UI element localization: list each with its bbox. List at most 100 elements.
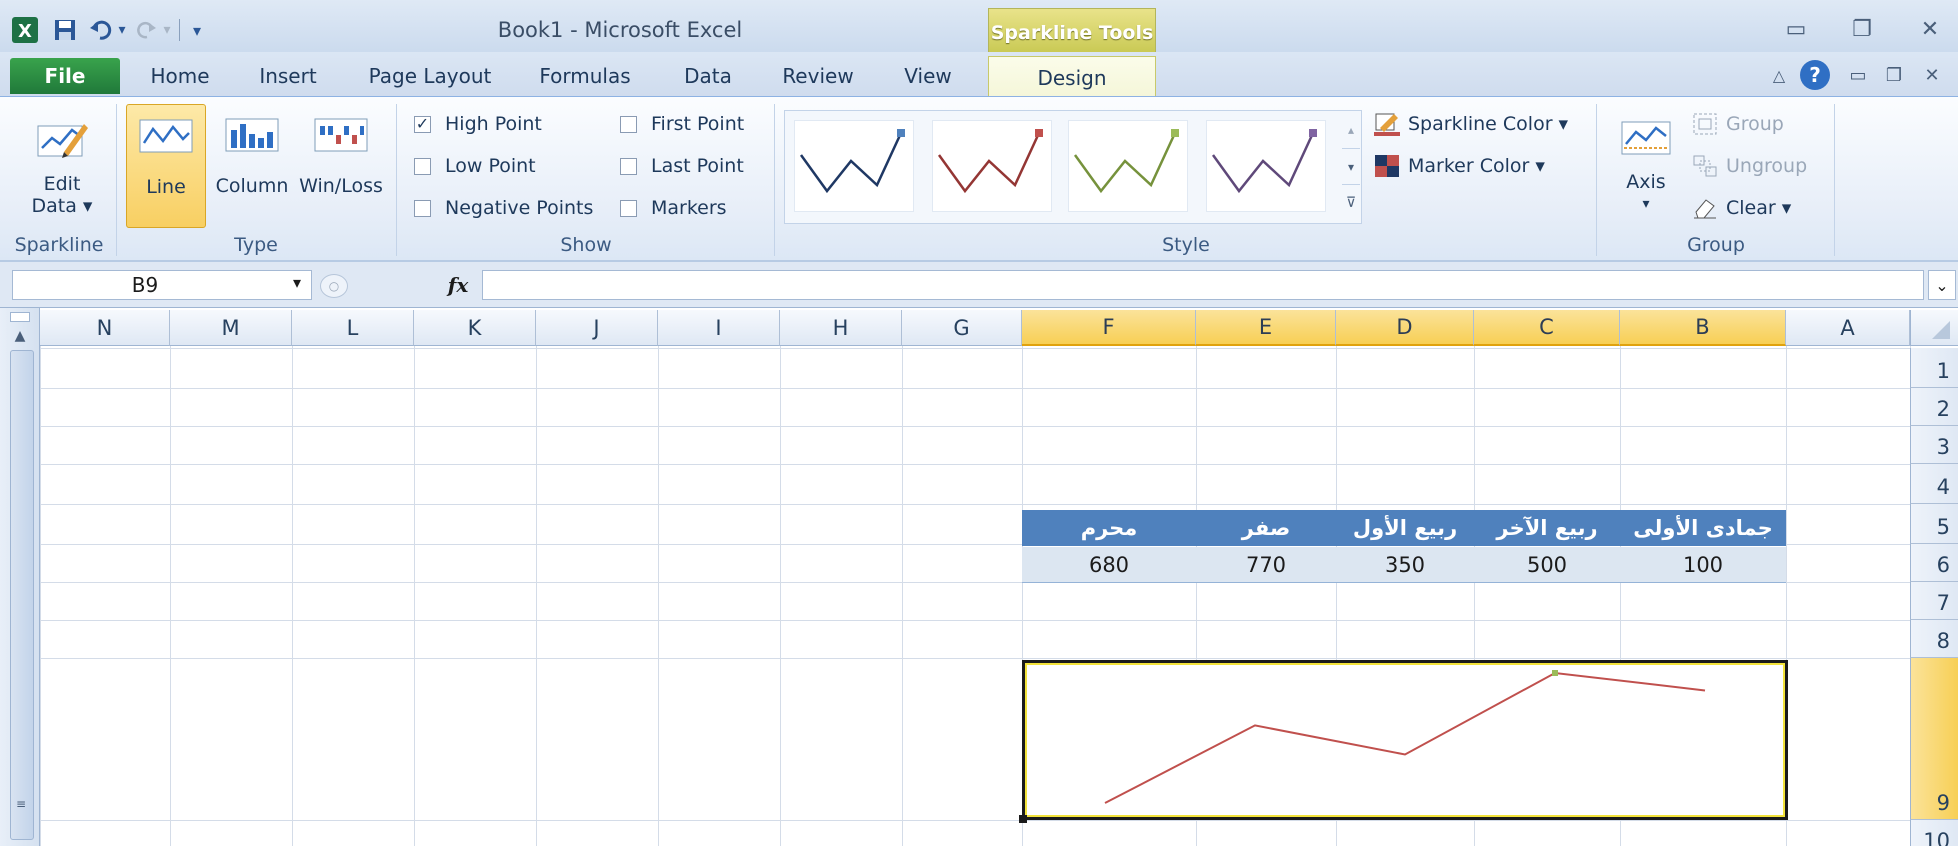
help-icon[interactable]: ? [1800, 60, 1830, 90]
gallery-up-icon[interactable]: ▴ [1342, 112, 1360, 148]
table-value-cell[interactable]: 680 [1022, 547, 1196, 583]
column-header-g[interactable]: G [902, 310, 1022, 346]
column-header-d[interactable]: D [1336, 310, 1474, 346]
type-column-button[interactable]: Column [208, 118, 296, 197]
style-thumbnail[interactable] [1206, 120, 1326, 212]
fill-handle[interactable] [1019, 815, 1027, 823]
column-header-i[interactable]: I [658, 310, 780, 346]
name-box[interactable]: B9 ▾ [12, 270, 312, 300]
sparkline-cell[interactable] [1019, 660, 1788, 823]
workbook-minimize-icon[interactable]: ▭ [1844, 62, 1872, 88]
column-header-c[interactable]: C [1474, 310, 1620, 346]
row-header-9[interactable]: 9 [1910, 658, 1958, 820]
axis-dropdown-icon: ▾ [1642, 196, 1650, 212]
edit-data-icon [34, 118, 90, 167]
formula-resize-icon[interactable]: ○ [320, 274, 348, 298]
gallery-down-icon[interactable]: ▾ [1342, 148, 1360, 184]
tab-view[interactable]: View [888, 58, 968, 94]
row-header-8[interactable]: 8 [1910, 620, 1958, 658]
row-header-6[interactable]: 6 [1910, 544, 1958, 582]
workbook-restore-icon[interactable]: ❐ [1880, 62, 1908, 88]
table-value-cell[interactable]: 500 [1474, 547, 1620, 583]
expand-formula-bar-icon[interactable]: ⌄ [1928, 270, 1956, 300]
style-thumbnail[interactable] [1068, 120, 1188, 212]
edit-data-button[interactable]: Edit Data ▾ [12, 118, 112, 217]
undo-icon[interactable] [86, 12, 116, 48]
markers-checkbox[interactable]: Markers [620, 195, 727, 221]
marker-color-button[interactable]: Marker Color ▾ [1374, 152, 1545, 180]
style-thumbnail[interactable] [932, 120, 1052, 212]
insert-function-icon[interactable]: fx [438, 270, 478, 300]
excel-logo-icon[interactable]: X [10, 12, 40, 48]
type-winloss-button[interactable]: Win/Loss [294, 118, 388, 197]
line-type-icon [139, 119, 193, 158]
last-point-checkbox[interactable]: Last Point [620, 153, 744, 179]
row-header-10[interactable]: 10 [1910, 820, 1958, 846]
row-header-7[interactable]: 7 [1910, 582, 1958, 620]
first-point-checkbox[interactable]: First Point [620, 111, 744, 137]
grid-row-line [40, 820, 1910, 821]
tab-insert[interactable]: Insert [248, 58, 328, 94]
marker-color-icon [1374, 154, 1400, 178]
style-thumbnail[interactable] [794, 120, 914, 212]
high-point-checkbox[interactable]: ✓ High Point [414, 111, 542, 137]
column-header-m[interactable]: M [170, 310, 292, 346]
column-header-k[interactable]: K [414, 310, 536, 346]
row-header-4[interactable]: 4 [1910, 464, 1958, 504]
tab-home[interactable]: Home [140, 58, 220, 94]
column-header-a[interactable]: A [1786, 310, 1910, 346]
split-box[interactable] [10, 312, 30, 322]
column-header-n[interactable]: N [40, 310, 170, 346]
table-header-cell[interactable]: محرم [1022, 510, 1196, 546]
row-header-3[interactable]: 3 [1910, 426, 1958, 464]
restore-icon[interactable]: ❐ [1842, 14, 1882, 44]
table-header-cell[interactable]: ربيع الأول [1336, 510, 1474, 546]
table-header-cell[interactable]: جمادى الأولى [1620, 510, 1786, 546]
grid-column-line [780, 346, 781, 846]
minimize-icon[interactable]: ▭ [1776, 14, 1816, 44]
row-header-5[interactable]: 5 [1910, 504, 1958, 544]
workbook-close-icon[interactable]: ✕ [1918, 62, 1946, 88]
column-header-e[interactable]: E [1196, 310, 1336, 346]
type-line-button[interactable]: Line [126, 104, 206, 228]
table-value-cell[interactable]: 770 [1196, 547, 1336, 583]
scroll-thumb[interactable]: ≡ [10, 350, 34, 840]
minimize-ribbon-icon[interactable]: △ [1764, 62, 1794, 88]
scroll-up-icon[interactable]: ▲ [10, 328, 30, 344]
name-box-dropdown-icon[interactable]: ▾ [293, 273, 301, 292]
table-value-cell[interactable]: 100 [1620, 547, 1786, 583]
column-header-j[interactable]: J [536, 310, 658, 346]
select-all-corner[interactable] [1910, 310, 1958, 346]
column-header-b[interactable]: B [1620, 310, 1786, 346]
row-header-1[interactable]: 1 [1910, 348, 1958, 388]
grid-row-line [40, 504, 1910, 505]
sparkline-color-button[interactable]: Sparkline Color ▾ [1374, 110, 1568, 138]
formula-input[interactable] [482, 270, 1924, 300]
tab-page-layout[interactable]: Page Layout [360, 58, 500, 94]
grid-column-line [658, 346, 659, 846]
low-point-checkbox[interactable]: Low Point [414, 153, 536, 179]
save-icon[interactable] [50, 12, 80, 48]
vertical-scrollbar[interactable]: ▲ ≡ [0, 308, 40, 846]
column-header-l[interactable]: L [292, 310, 414, 346]
row-header-2[interactable]: 2 [1910, 388, 1958, 426]
column-header-f[interactable]: F [1022, 310, 1196, 346]
tab-formulas[interactable]: Formulas [530, 58, 640, 94]
tab-data[interactable]: Data [668, 58, 748, 94]
tab-design[interactable]: Design [988, 56, 1156, 98]
gallery-more-icon[interactable]: ⊽ [1342, 184, 1360, 220]
axis-button[interactable]: Axis ▾ [1604, 118, 1688, 215]
table-value-cell[interactable]: 350 [1336, 547, 1474, 583]
customize-qat-icon[interactable]: ▾ [184, 12, 210, 48]
table-header-cell[interactable]: ربيع الآخر [1474, 510, 1620, 546]
undo-dropdown-icon[interactable]: ▾ [114, 12, 130, 48]
sparkline-chart [1104, 670, 1706, 804]
scroll-grip-icon: ≡ [15, 797, 27, 811]
close-icon[interactable]: ✕ [1910, 14, 1950, 44]
tab-review[interactable]: Review [770, 58, 866, 94]
tab-file[interactable]: File [10, 58, 120, 94]
negative-points-checkbox[interactable]: Negative Points [414, 195, 593, 221]
table-header-cell[interactable]: صفر [1196, 510, 1336, 546]
clear-button[interactable]: Clear ▾ [1692, 194, 1791, 222]
column-header-h[interactable]: H [780, 310, 902, 346]
